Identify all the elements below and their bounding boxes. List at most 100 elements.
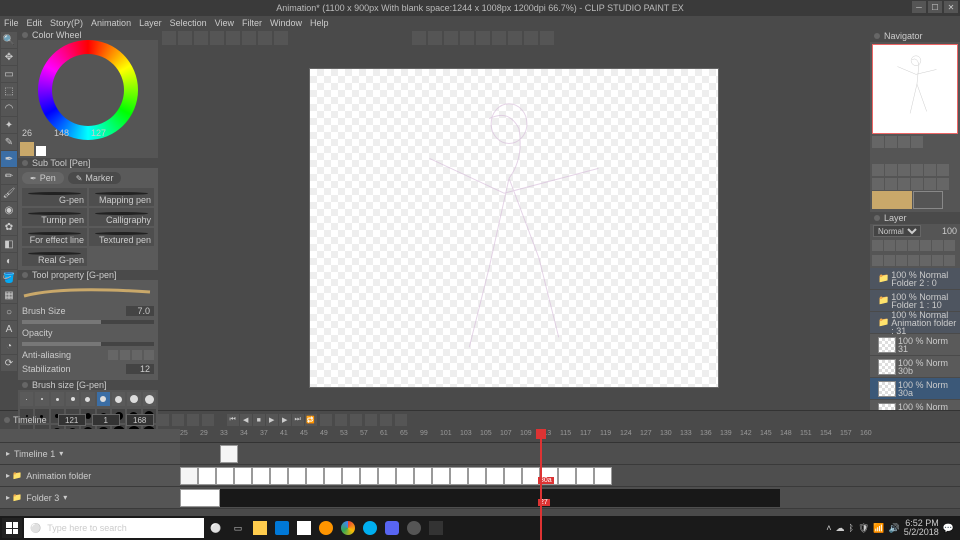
- frame-current[interactable]: [58, 414, 86, 426]
- clock[interactable]: 6:52 PM5/2/2018: [904, 519, 939, 537]
- track-animfolder[interactable]: ▸ 📁 Animation folder: [0, 465, 180, 487]
- tool-airbrush[interactable]: ◉: [1, 202, 17, 218]
- subtool-mapping[interactable]: Mapping pen: [89, 188, 154, 206]
- tray-volume-icon[interactable]: 🔊: [889, 523, 900, 534]
- tray-bluetooth-icon[interactable]: ᛒ: [848, 523, 853, 533]
- tool-correct[interactable]: ⟳: [1, 355, 17, 371]
- play-stop[interactable]: ■: [253, 414, 265, 426]
- notifications-icon[interactable]: 💬: [943, 523, 954, 534]
- track-folder3[interactable]: ▸ 📁 Folder 3 ▾: [0, 487, 180, 509]
- menu-selection[interactable]: Selection: [170, 18, 207, 28]
- layer-30a[interactable]: 100 % Norm30a: [870, 378, 960, 400]
- track-row-2[interactable]: 30a: [180, 465, 960, 487]
- csp-icon[interactable]: [426, 518, 446, 538]
- brush-size-2[interactable]: [35, 392, 48, 406]
- tool-pen[interactable]: ✒: [1, 151, 17, 167]
- maximize-button[interactable]: ☐: [928, 1, 942, 13]
- fg-color[interactable]: [20, 142, 34, 156]
- menu-window[interactable]: Window: [270, 18, 302, 28]
- play-play[interactable]: ▶: [266, 414, 278, 426]
- tool-fill[interactable]: 🪣: [1, 270, 17, 286]
- menu-edit[interactable]: Edit: [27, 18, 43, 28]
- tool-figure[interactable]: ○: [1, 304, 17, 320]
- blend-mode[interactable]: Normal: [873, 225, 921, 237]
- brush-size-value[interactable]: 7.0: [126, 306, 154, 316]
- subtool-textured[interactable]: Textured pen: [89, 228, 154, 246]
- tool-gradient[interactable]: ▦: [1, 287, 17, 303]
- color-wheel[interactable]: 26 148 127: [18, 40, 158, 140]
- menu-filter[interactable]: Filter: [242, 18, 262, 28]
- subtool-turnip[interactable]: Turnip pen: [22, 208, 87, 226]
- store-icon[interactable]: [294, 518, 314, 538]
- tool-eraser[interactable]: ◧: [1, 236, 17, 252]
- tool-zoom[interactable]: 🔍: [1, 32, 17, 48]
- tool-move[interactable]: ✥: [1, 49, 17, 65]
- play-loop[interactable]: 🔁: [305, 414, 317, 426]
- layer-29[interactable]: 100 % Norm29: [870, 400, 960, 410]
- explorer-icon[interactable]: [250, 518, 270, 538]
- discord-icon[interactable]: [382, 518, 402, 538]
- brush-size-1[interactable]: [20, 392, 33, 406]
- taskview-icon[interactable]: ▭: [228, 518, 248, 538]
- play-last[interactable]: ⏭: [292, 414, 304, 426]
- brush-size-4[interactable]: [66, 392, 79, 406]
- brush-size-8[interactable]: [112, 392, 125, 406]
- subtool-calligraphy[interactable]: Calligraphy: [89, 208, 154, 226]
- tool-text[interactable]: A: [1, 321, 17, 337]
- canvas[interactable]: [309, 68, 719, 388]
- subtool-tab-marker[interactable]: ✎ Marker: [68, 172, 122, 184]
- subtool-gpen[interactable]: G-pen: [22, 188, 87, 206]
- layer-Animationfolder31[interactable]: 📁100 % NormalAnimation folder : 31: [870, 312, 960, 334]
- tool-pencil[interactable]: ✏: [1, 168, 17, 184]
- layer-opacity[interactable]: 100: [942, 226, 957, 236]
- navigator-view[interactable]: [872, 44, 958, 134]
- track-timeline1[interactable]: ▸ Timeline 1 ▾: [0, 443, 180, 465]
- minimize-button[interactable]: ─: [912, 1, 926, 13]
- brush-size-7[interactable]: [97, 392, 110, 406]
- track-row-1[interactable]: [180, 443, 960, 465]
- brush-size-3[interactable]: [51, 392, 64, 406]
- frame-start[interactable]: [92, 414, 120, 426]
- stabilization-value[interactable]: 12: [126, 364, 154, 374]
- tray-up-icon[interactable]: ˄: [826, 523, 831, 533]
- menu-view[interactable]: View: [215, 18, 234, 28]
- play-next[interactable]: ▶: [279, 414, 291, 426]
- menu-animation[interactable]: Animation: [91, 18, 131, 28]
- firefox-icon[interactable]: [316, 518, 336, 538]
- search-box[interactable]: ⚪ Type here to search: [24, 518, 204, 538]
- subtool-realg[interactable]: Real G-pen: [22, 248, 87, 266]
- menu-file[interactable]: File: [4, 18, 19, 28]
- tool-lasso[interactable]: ◠: [1, 100, 17, 116]
- brush-size-10[interactable]: [143, 392, 156, 406]
- quick-swatch[interactable]: [872, 191, 912, 209]
- brush-size-5[interactable]: [81, 392, 94, 406]
- playhead[interactable]: 121: [540, 429, 542, 540]
- brush-size-9[interactable]: [127, 392, 140, 406]
- tool-eyedropper[interactable]: ✎: [1, 134, 17, 150]
- chrome-icon[interactable]: [338, 518, 358, 538]
- tray-security-icon[interactable]: 🛡: [858, 523, 869, 534]
- play-prev[interactable]: ◀: [240, 414, 252, 426]
- subtool-effect[interactable]: For effect line: [22, 228, 87, 246]
- play-first[interactable]: ⏮: [227, 414, 239, 426]
- skype-icon[interactable]: [360, 518, 380, 538]
- edge-icon[interactable]: [272, 518, 292, 538]
- start-button[interactable]: [2, 518, 22, 538]
- track-row-3[interactable]: 27: [180, 487, 960, 509]
- menu-story[interactable]: Story(P): [50, 18, 83, 28]
- tool-blend[interactable]: ◐: [1, 253, 17, 269]
- close-button[interactable]: ✕: [944, 1, 958, 13]
- tool-operation[interactable]: ▭: [1, 66, 17, 82]
- brush-size-slider[interactable]: [22, 320, 154, 324]
- app-icon-1[interactable]: [404, 518, 424, 538]
- bg-color[interactable]: [36, 146, 46, 156]
- tray-wifi-icon[interactable]: 📶: [873, 523, 884, 534]
- menu-help[interactable]: Help: [310, 18, 329, 28]
- layer-Folder20[interactable]: 📁100 % NormalFolder 2 : 0: [870, 268, 960, 290]
- tray-cloud-icon[interactable]: ☁: [835, 523, 844, 534]
- tool-balloon[interactable]: ◔: [1, 338, 17, 354]
- frame-end[interactable]: [126, 414, 154, 426]
- timeline-ruler[interactable]: 2529333437414549535761659910110310510710…: [180, 429, 960, 443]
- layer-30b[interactable]: 100 % Norm30b: [870, 356, 960, 378]
- cortana-icon[interactable]: ⚪: [206, 518, 226, 538]
